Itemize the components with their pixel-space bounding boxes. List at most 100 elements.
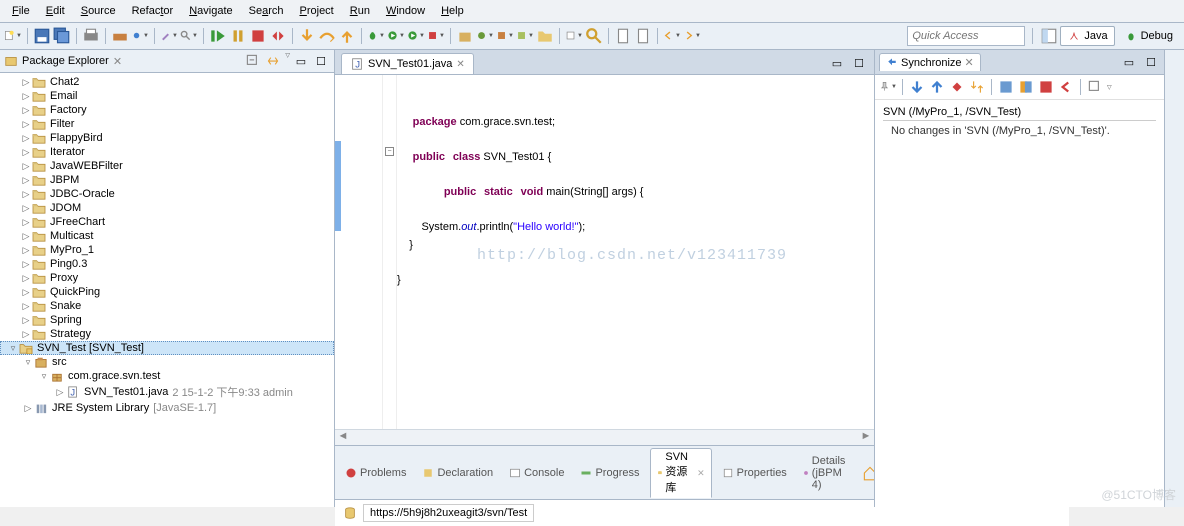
maximize-icon[interactable]: ☐ <box>312 52 330 70</box>
build-icon[interactable] <box>111 27 129 45</box>
new-icon[interactable]: ▼ <box>4 27 22 45</box>
project-node[interactable]: ▷JDOM <box>0 201 334 215</box>
sync-menu-icon[interactable]: ▽ <box>1107 84 1112 91</box>
project-node[interactable]: ▷JavaWEBFilter <box>0 159 334 173</box>
minimize-icon[interactable]: ▭ <box>292 52 310 70</box>
back-icon[interactable]: ▼ <box>663 27 681 45</box>
wizard-icon[interactable]: ▼ <box>160 27 178 45</box>
step-return-icon[interactable] <box>338 27 356 45</box>
close-tab-icon[interactable]: ✕ <box>456 59 464 70</box>
project-node[interactable]: ▷Filter <box>0 117 334 131</box>
new-package-icon[interactable] <box>456 27 474 45</box>
project-node[interactable]: ▷Chat2 <box>0 75 334 89</box>
close-svn-tab-icon[interactable]: ✕ <box>697 468 705 479</box>
perspective-java[interactable]: Java <box>1060 26 1114 46</box>
menu-edit[interactable]: Edit <box>38 2 73 20</box>
outgoing-icon[interactable] <box>928 78 946 96</box>
project-node[interactable]: ▷FlappyBird <box>0 131 334 145</box>
forward-icon[interactable]: ▼ <box>683 27 701 45</box>
expand-icon[interactable] <box>1086 78 1104 96</box>
project-node[interactable]: ▷Multicast <box>0 229 334 243</box>
menu-window[interactable]: Window <box>378 2 433 20</box>
link-editor-icon[interactable] <box>264 52 282 70</box>
perspective-debug[interactable]: Debug <box>1117 26 1180 46</box>
tab-progress[interactable]: Progress <box>574 465 645 481</box>
tab-declaration[interactable]: Declaration <box>416 465 499 481</box>
fold-toggle-icon[interactable]: − <box>385 147 394 156</box>
tab-problems[interactable]: Problems <box>339 465 412 481</box>
sync-min-icon[interactable]: ▭ <box>1120 53 1138 71</box>
project-node[interactable]: ▷Iterator <box>0 145 334 159</box>
editor-body[interactable]: − package com.grace.svn.test; public cla… <box>335 75 874 429</box>
new-enum-icon[interactable]: ▼ <box>516 27 534 45</box>
disconnect-icon[interactable] <box>269 27 287 45</box>
run-icon[interactable]: ▼ <box>387 27 405 45</box>
package-node[interactable]: ▿com.grace.svn.test <box>0 369 334 383</box>
menu-project[interactable]: Project <box>292 2 342 20</box>
project-node[interactable]: ▷Strategy <box>0 327 334 341</box>
sync-max-icon[interactable]: ☐ <box>1142 53 1160 71</box>
project-node[interactable]: ▷Factory <box>0 103 334 117</box>
project-node[interactable]: ▷Ping0.3 <box>0 257 334 271</box>
menu-run[interactable]: Run <box>342 2 378 20</box>
project-node[interactable]: ▷JDBC-Oracle <box>0 187 334 201</box>
editor-tab-svntest01[interactable]: J SVN_Test01.java ✕ <box>341 53 474 74</box>
open-task-icon[interactable]: ▼ <box>565 27 583 45</box>
override-icon[interactable] <box>1037 78 1055 96</box>
terminate-icon[interactable] <box>249 27 267 45</box>
project-node[interactable]: ▷Snake <box>0 299 334 313</box>
project-node[interactable]: ▷Proxy <box>0 271 334 285</box>
resume-icon[interactable] <box>209 27 227 45</box>
sync-back-icon[interactable] <box>1057 78 1075 96</box>
print-icon[interactable] <box>82 27 100 45</box>
step-into-icon[interactable] <box>298 27 316 45</box>
menu-help[interactable]: Help <box>433 2 472 20</box>
open-type-icon[interactable]: ▼ <box>180 27 198 45</box>
menu-refactor[interactable]: Refactor <box>124 2 182 20</box>
jre-library[interactable]: ▷JRE System Library [JavaSE-1.7] <box>0 401 334 415</box>
project-node[interactable]: ▷QuickPing <box>0 285 334 299</box>
collapse-all-icon[interactable] <box>244 52 262 70</box>
menu-search[interactable]: Search <box>241 2 292 20</box>
conflict-icon[interactable] <box>948 78 966 96</box>
new-class-icon[interactable]: ▼ <box>476 27 494 45</box>
editor-minimize-icon[interactable]: ▭ <box>828 55 846 73</box>
annotation-icon[interactable] <box>634 27 652 45</box>
run-last-icon[interactable]: ▼ <box>407 27 425 45</box>
fold-bar[interactable]: − <box>383 75 397 429</box>
close-view-icon[interactable]: ✕ <box>113 55 122 68</box>
project-node[interactable]: ▷Email <box>0 89 334 103</box>
new-folder-icon[interactable] <box>536 27 554 45</box>
project-node[interactable]: ▷JBPM <box>0 173 334 187</box>
save-all-icon[interactable] <box>53 27 71 45</box>
menu-file[interactable]: File <box>4 2 38 20</box>
trim-stack[interactable] <box>1164 50 1184 507</box>
sync-pin-icon[interactable]: ▼ <box>879 78 897 96</box>
toggle-mark-icon[interactable] <box>614 27 632 45</box>
tab-svn-repo[interactable]: SVN 资源库✕ <box>650 448 712 498</box>
quick-access-input[interactable] <box>907 26 1025 46</box>
close-sync-icon[interactable]: ✕ <box>965 56 974 69</box>
incoming-icon[interactable] <box>908 78 926 96</box>
new-interface-icon[interactable]: ▼ <box>496 27 514 45</box>
external-tools-icon[interactable]: ▼ <box>427 27 445 45</box>
commit-all-icon[interactable] <box>1017 78 1035 96</box>
debug-icon[interactable]: ▼ <box>367 27 385 45</box>
search-icon[interactable] <box>585 27 603 45</box>
project-node[interactable]: ▷MyPro_1 <box>0 243 334 257</box>
toggle-breakpoint-icon[interactable]: ▼ <box>131 27 149 45</box>
editor-maximize-icon[interactable]: ☐ <box>850 55 868 73</box>
package-tree[interactable]: ▷Chat2▷Email▷Factory▷Filter▷FlappyBird▷I… <box>0 73 334 507</box>
tab-properties[interactable]: Properties <box>716 465 793 481</box>
step-over-icon[interactable] <box>318 27 336 45</box>
code-area[interactable]: package com.grace.svn.test; public class… <box>397 75 874 429</box>
tab-console[interactable]: Console <box>503 465 570 481</box>
save-icon[interactable] <box>33 27 51 45</box>
java-file-node[interactable]: ▷JSVN_Test01.java 2 15-1-2 下午9:33 admin <box>0 383 334 401</box>
update-all-icon[interactable] <box>997 78 1015 96</box>
editor-hscroll[interactable]: ◄► <box>335 429 874 445</box>
menu-navigate[interactable]: Navigate <box>181 2 240 20</box>
menu-source[interactable]: Source <box>73 2 124 20</box>
src-folder[interactable]: ▿src <box>0 355 334 369</box>
open-perspective-icon[interactable] <box>1040 27 1058 45</box>
